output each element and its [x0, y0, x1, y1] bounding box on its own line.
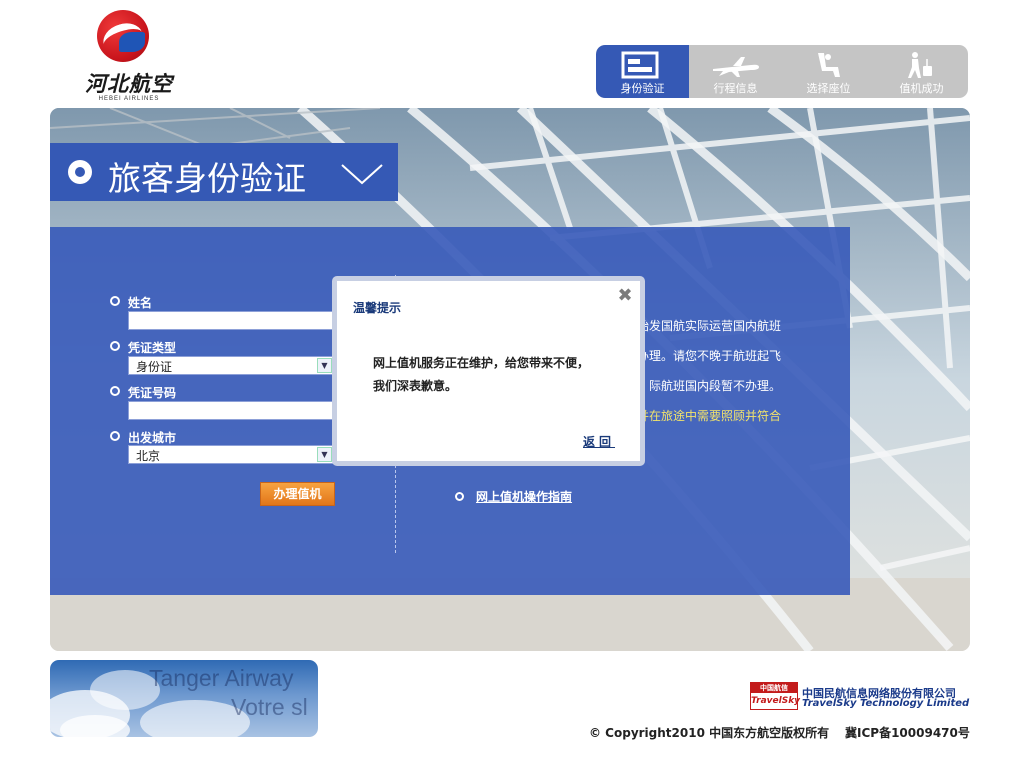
icp-license-text: 冀ICP备10009470号 [845, 726, 970, 740]
name-input[interactable] [128, 311, 334, 330]
departure-city-select[interactable]: 北京 ▼ [128, 445, 334, 464]
partner-banner[interactable]: Tanger Airway Votre sl [50, 660, 318, 737]
title-bullet-icon [68, 160, 92, 184]
travelsky-logo-en: TravelSky [751, 696, 801, 706]
dialog-message-line: 网上值机服务正在维护，给您带来不便， [373, 356, 590, 370]
seat-icon [818, 53, 840, 77]
name-label: 姓名 [128, 296, 153, 310]
bullet-icon [110, 341, 120, 351]
page-title: 旅客身份验证 [108, 159, 306, 198]
airline-name-en: HEBEI AIRLINES [98, 96, 160, 102]
step-select-seat: 选择座位 [782, 45, 875, 98]
step-itinerary: 行程信息 [689, 45, 782, 98]
bullet-icon [110, 431, 120, 441]
bullet-icon [110, 386, 120, 396]
id-type-value: 身份证 [136, 360, 173, 374]
travelsky-logo-cn: 中国航信 [751, 683, 797, 693]
checkin-progress-steps: 身份验证 行程信息 选择座位 值机成功 [596, 45, 968, 98]
step-label: 身份验证 [620, 82, 665, 95]
step-label: 行程信息 [713, 82, 758, 95]
maintenance-dialog: 温馨提示 ✖ 网上值机服务正在维护，给您带来不便， 我们深表歉意。 返回 [332, 276, 645, 466]
dialog-body: 温馨提示 ✖ 网上值机服务正在维护，给您带来不便， 我们深表歉意。 返回 [337, 281, 640, 461]
airline-logo: 河北航空 HEBEI AIRLINES [78, 8, 178, 103]
dialog-message-line: 我们深表歉意。 [373, 379, 458, 393]
chevron-down-icon[interactable]: ▼ [317, 447, 332, 462]
chevron-down-icon[interactable]: ▼ [317, 358, 332, 373]
info-text-line: 际航班国内段暂不办理。 [649, 379, 782, 393]
step-identity-verification: 身份验证 [596, 45, 689, 98]
id-card-icon [621, 51, 659, 79]
info-text-line: 始发国航实际运营国内航班 [637, 319, 782, 333]
copyright-text: © Copyright2010 中国东方航空版权所有 [589, 726, 830, 740]
close-icon[interactable]: ✖ [616, 287, 634, 305]
dialog-title: 温馨提示 [353, 301, 402, 315]
step-label: 选择座位 [806, 82, 851, 95]
departure-city-label: 出发城市 [128, 431, 177, 445]
chevron-down-icon [341, 164, 383, 185]
banner-text: Tanger Airway [149, 665, 294, 691]
page-title-bar: 旅客身份验证 [50, 143, 398, 201]
id-type-label: 凭证类型 [128, 341, 177, 355]
travelsky-company-en: TravelSky Technology Limited [802, 698, 970, 709]
airline-emblem-icon [97, 10, 149, 62]
traveler-icon [908, 52, 932, 78]
online-checkin-guide-link[interactable]: 网上值机操作指南 [476, 488, 572, 505]
departure-city-value: 北京 [136, 449, 161, 463]
step-checkin-success: 值机成功 [875, 45, 968, 98]
back-link[interactable]: 返回 [583, 433, 615, 450]
bullet-icon [110, 296, 120, 306]
bullet-icon [455, 492, 464, 501]
id-type-select[interactable]: 身份证 ▼ [128, 356, 334, 375]
travelsky-logo: 中国航信 TravelSky [750, 682, 801, 710]
info-text-line: 办理。请您不晚于航班起飞 [637, 349, 782, 363]
checkin-button[interactable]: 办理值机 [260, 482, 335, 506]
airline-name-cn: 河北航空 [85, 71, 173, 96]
info-text-highlight: 并在旅途中需要照顾并符合 [637, 409, 782, 423]
banner-text: Votre sl [231, 694, 308, 720]
airplane-icon [713, 57, 759, 77]
id-number-input[interactable] [128, 401, 334, 420]
step-label: 值机成功 [899, 82, 944, 95]
id-number-label: 凭证号码 [128, 386, 177, 400]
